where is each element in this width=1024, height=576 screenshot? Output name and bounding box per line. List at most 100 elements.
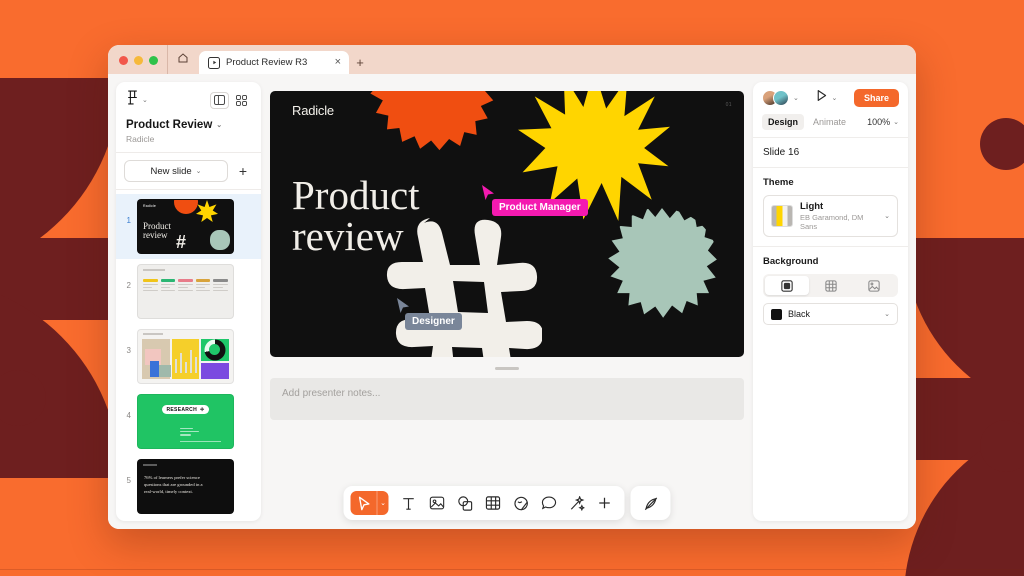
inspector-header: ⌄ ⌄ Share: [753, 82, 908, 107]
deck-title-button[interactable]: Product Review ⌄: [126, 119, 251, 131]
new-slide-label: New slide: [150, 165, 192, 177]
theme-section: Theme Light EB Garamond, DM Sans ⌄: [753, 168, 908, 247]
chevron-down-icon: ⌄: [884, 311, 890, 318]
zoom-level: 100%: [867, 117, 891, 127]
app-logo-button[interactable]: ⌄: [126, 90, 148, 110]
wallpaper-shape: [980, 118, 1024, 170]
tab-animate[interactable]: Animate: [807, 114, 852, 130]
collaborator-label: Product Manager: [492, 199, 588, 216]
editor-toolbar: ⌄: [343, 486, 671, 520]
text-tool[interactable]: [396, 491, 422, 515]
maximize-window-button[interactable]: [149, 56, 158, 65]
slide-title[interactable]: Product review: [292, 175, 420, 257]
pattern-fill-tab[interactable]: [809, 276, 853, 295]
chevron-down-icon[interactable]: ⌄: [793, 94, 799, 102]
new-slide-bar: New slide ⌄ +: [116, 152, 261, 190]
slide-indicator-section: Slide 16: [753, 138, 908, 168]
notes-resize-handle[interactable]: [495, 367, 519, 370]
comment-tool[interactable]: [536, 491, 562, 515]
image-fill-tab[interactable]: [852, 276, 896, 295]
research-pill-label: RESEARCH: [166, 406, 197, 413]
slide-number: 5: [126, 476, 131, 485]
browser-tab[interactable]: Product Review R3 ×: [199, 51, 349, 74]
avatar[interactable]: [773, 90, 789, 106]
slide-thumbnail-4[interactable]: 4 RESEARCH ✛: [116, 389, 261, 454]
select-tool[interactable]: ⌄: [350, 491, 389, 515]
theme-section-title: Theme: [763, 177, 794, 188]
cursor-icon: [351, 491, 377, 515]
theme-name: Light: [800, 201, 824, 212]
close-window-button[interactable]: [119, 56, 128, 65]
thumbnail-preview: RESEARCH ✛: [137, 394, 234, 449]
tab-design[interactable]: Design: [762, 114, 805, 130]
editor-stage: Radicle 01 Product review Product Manager…: [261, 82, 753, 521]
new-slide-button[interactable]: New slide ⌄: [124, 160, 228, 182]
theme-swatch-icon: [771, 205, 793, 227]
slide-number: 3: [126, 346, 131, 355]
browser-chrome-bar: Product Review R3 × +: [108, 45, 916, 74]
solid-fill-tab[interactable]: [765, 276, 809, 295]
orange-gear-shape[interactable]: [369, 91, 494, 151]
browser-window: Product Review R3 × + ⌄ Product Review ⌄…: [108, 45, 916, 529]
slide-number: 2: [126, 281, 131, 290]
inspector-tabs: Design Animate 100% ⌄: [753, 107, 908, 138]
theme-fonts: EB Garamond, DM Sans: [800, 213, 864, 231]
thumbnail-preview: [137, 329, 234, 384]
slides-sidebar: ⌄ Product Review ⌄ Radicle New slide ⌄ +…: [116, 82, 261, 521]
page-title: Product Review: [126, 119, 213, 131]
thumb-quote: 76% of learners prefer science questions…: [144, 475, 203, 494]
add-slide-button[interactable]: +: [233, 160, 253, 182]
white-hash-shape: #: [176, 232, 187, 252]
sidebar-header: ⌄ Product Review ⌄ Radicle: [116, 82, 261, 152]
ai-tool[interactable]: [564, 491, 590, 515]
radicle-logo-icon: [126, 90, 139, 110]
slide-canvas[interactable]: Radicle 01 Product review Product Manager…: [270, 91, 744, 357]
annotate-tool[interactable]: [638, 491, 664, 515]
slide-number-badge: 01: [725, 102, 732, 108]
background-color-name: Black: [788, 309, 811, 319]
toolbar-annotate-group: [630, 486, 671, 520]
slide-thumbnail-list[interactable]: 1 Radicle Product review # 2 3 4 RESEARC…: [116, 190, 261, 521]
table-tool[interactable]: [480, 491, 506, 515]
image-tool[interactable]: [424, 491, 450, 515]
panel-view-icon[interactable]: [210, 91, 229, 109]
thumbnail-preview: 76% of learners prefer science questions…: [137, 459, 234, 514]
zoom-control[interactable]: 100% ⌄: [867, 117, 899, 127]
shape-tool[interactable]: [452, 491, 478, 515]
sage-blob-shape[interactable]: [608, 208, 717, 318]
background-color-select[interactable]: Black ⌄: [763, 303, 898, 325]
presenter-notes-input[interactable]: Add presenter notes...: [270, 378, 744, 420]
wallpaper-shape: [980, 420, 1024, 472]
grid-view-icon[interactable]: [232, 92, 251, 109]
chevron-down-icon[interactable]: ⌄: [376, 491, 389, 515]
background-type-tabs: [763, 274, 898, 297]
slide-thumbnail-5[interactable]: 5 76% of learners prefer science questio…: [116, 454, 261, 519]
sage-blob-shape: [210, 230, 230, 250]
slide-thumbnail-2[interactable]: 2: [116, 259, 261, 324]
chevron-down-icon[interactable]: ⌄: [831, 94, 837, 102]
share-button[interactable]: Share: [853, 89, 899, 107]
chevron-down-icon: ⌄: [142, 97, 148, 104]
plus-icon: ✛: [199, 406, 205, 413]
slide-number: 4: [126, 411, 131, 420]
wallpaper-divider: [0, 569, 1024, 570]
slide-thumbnail-1[interactable]: 1 Radicle Product review #: [116, 194, 261, 259]
thumb-brand: Radicle: [143, 204, 157, 208]
collaborator-label: Designer: [405, 313, 462, 330]
play-icon[interactable]: [815, 89, 828, 107]
home-icon[interactable]: [167, 45, 197, 74]
chevron-down-icon: ⌄: [884, 213, 890, 220]
collaborator-avatars[interactable]: ⌄: [762, 90, 799, 106]
current-slide-label: Slide 16: [763, 147, 800, 158]
desktop-wallpaper: Product Review R3 × + ⌄ Product Review ⌄…: [0, 0, 1024, 576]
theme-selector[interactable]: Light EB Garamond, DM Sans ⌄: [763, 195, 898, 237]
yellow-starburst-shape: [196, 200, 218, 222]
new-tab-button[interactable]: +: [349, 51, 371, 74]
tab-title: Product Review R3: [226, 57, 308, 68]
sticker-tool[interactable]: [508, 491, 534, 515]
close-icon[interactable]: ×: [335, 57, 341, 68]
more-tool[interactable]: [592, 491, 618, 515]
slide-thumbnail-3[interactable]: 3: [116, 324, 261, 389]
minimize-window-button[interactable]: [134, 56, 143, 65]
slide-brand: Radicle: [292, 103, 334, 118]
